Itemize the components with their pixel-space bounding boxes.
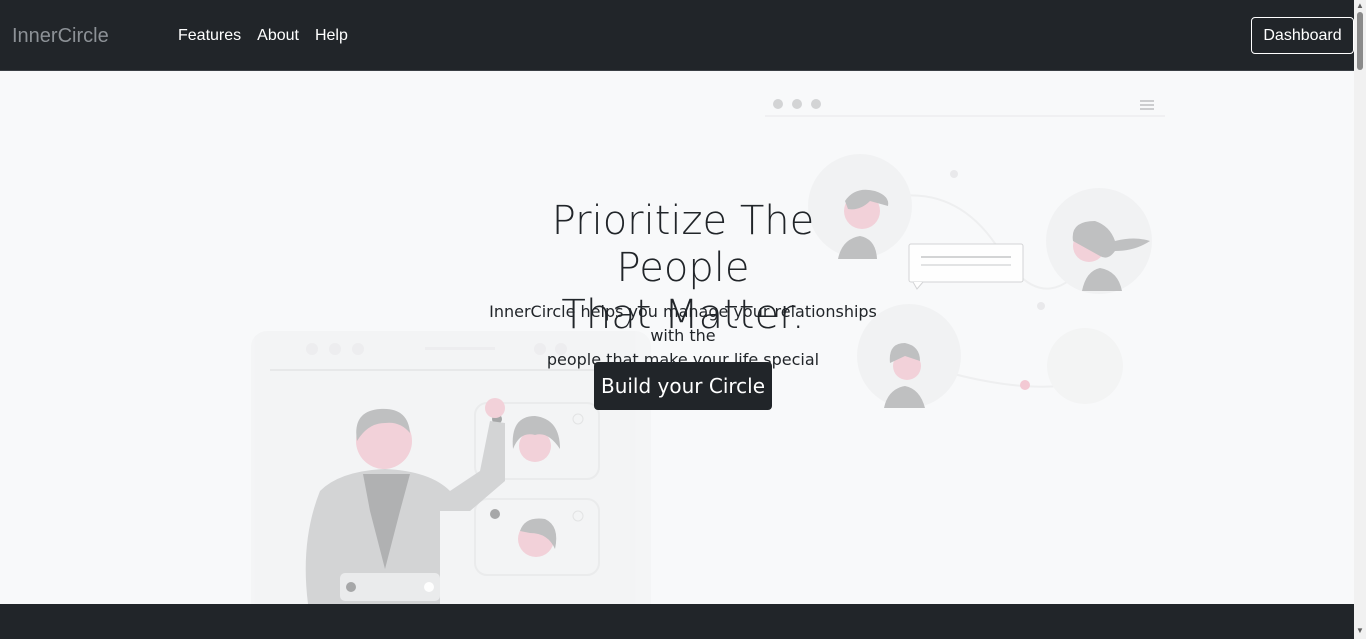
footer (0, 604, 1354, 639)
hero-section: Prioritize The People That Matter. Inner… (0, 71, 1354, 604)
nav-link-help[interactable]: Help (315, 27, 348, 45)
scrollbar[interactable]: ▲ ▼ (1354, 0, 1366, 639)
scroll-up-arrow-icon[interactable]: ▲ (1356, 1, 1364, 10)
scroll-down-arrow-icon[interactable]: ▼ (1356, 626, 1364, 635)
hero-subtitle-line-1: InnerCircle helps you manage your relati… (489, 302, 877, 345)
dashboard-button[interactable]: Dashboard (1251, 17, 1354, 54)
nav-link-features[interactable]: Features (178, 27, 241, 45)
brand-logo[interactable]: InnerCircle (12, 25, 109, 48)
nav-link-about[interactable]: About (257, 27, 299, 45)
navbar: InnerCircle Features About Help Dashboar… (0, 0, 1354, 71)
scroll-thumb[interactable] (1357, 12, 1363, 70)
nav-links: Features About Help (178, 27, 364, 45)
build-circle-button[interactable]: Build your Circle (594, 362, 772, 410)
hero-title-line-1: Prioritize The People (551, 198, 815, 291)
